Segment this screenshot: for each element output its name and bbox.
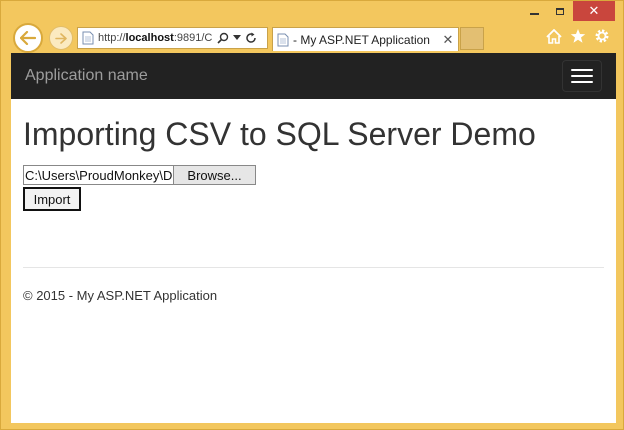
favorites-star-icon[interactable] (569, 27, 587, 45)
tab-page-icon (277, 33, 289, 46)
back-button[interactable] (13, 23, 43, 53)
menu-toggle-button[interactable] (562, 60, 602, 92)
dropdown-arrow-icon[interactable] (230, 30, 244, 46)
site-navbar: Application name (11, 53, 616, 99)
hamburger-icon-bar (571, 81, 593, 83)
url-rest: :9891/C (173, 32, 213, 44)
main-content: Importing CSV to SQL Server Demo C:\User… (11, 116, 616, 304)
browse-button[interactable]: Browse... (174, 165, 256, 186)
address-bar[interactable]: http://localhost:9891/C (77, 27, 268, 49)
footer-text: © 2015 - My ASP.NET Application (23, 288, 218, 304)
new-tab-button[interactable] (460, 27, 484, 50)
search-icon[interactable] (216, 30, 230, 46)
maximize-icon (556, 7, 564, 15)
hamburger-icon-bar (571, 69, 593, 71)
page-viewport: Application name Importing CSV to SQL Se… (11, 53, 616, 423)
page-icon (82, 31, 94, 45)
gear-icon[interactable] (593, 27, 611, 45)
home-icon[interactable] (545, 27, 563, 45)
window-controls: ✕ (521, 1, 615, 21)
minimize-icon (529, 13, 539, 15)
back-arrow-icon (20, 31, 36, 45)
url-prefix: http:// (98, 32, 126, 44)
brand-link[interactable]: Application name (25, 67, 148, 85)
page-title: Importing CSV to SQL Server Demo (23, 116, 536, 152)
tab-close-icon[interactable]: ✕ (440, 32, 456, 48)
refresh-icon[interactable] (244, 30, 258, 46)
url-host: localhost (125, 32, 174, 44)
address-url: http://localhost:9891/C (98, 32, 216, 44)
import-button[interactable]: Import (23, 187, 81, 212)
file-path-input[interactable]: C:\Users\ProudMonkey\D (23, 165, 174, 186)
maximize-button[interactable] (547, 1, 573, 21)
browser-tools (545, 27, 611, 45)
footer-divider (23, 267, 604, 269)
window-close-button[interactable]: ✕ (573, 1, 615, 21)
minimize-button[interactable] (521, 1, 547, 21)
forward-arrow-icon (55, 32, 67, 44)
browser-window: ✕ http://localhost:9891/C - My ASP.NET A… (0, 0, 624, 430)
file-upload-control: C:\Users\ProudMonkey\D Browse... (23, 164, 604, 186)
tab-title: - My ASP.NET Application (293, 32, 430, 47)
forward-button[interactable] (49, 26, 73, 50)
tab-active[interactable]: - My ASP.NET Application ✕ (272, 27, 459, 51)
hamburger-icon-bar (571, 75, 593, 77)
